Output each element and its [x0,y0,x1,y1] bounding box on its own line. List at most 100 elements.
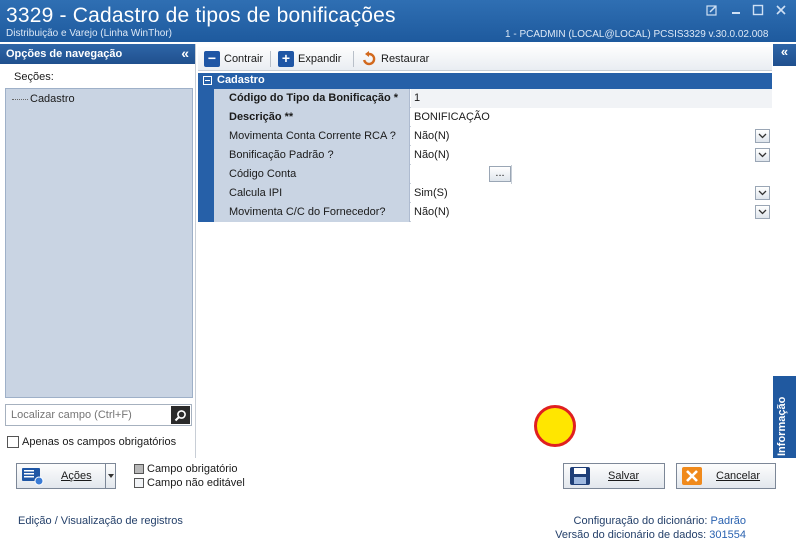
movimenta-cc-fornecedor-select[interactable]: Não(N) [411,203,772,222]
navigation-title: Opções de navegação [6,48,123,60]
select-value: Sim(S) [414,187,448,199]
title-bar: 3329 - Cadastro de tipos de bonificações… [0,0,796,42]
search-icon [174,409,186,421]
codigo-conta-field[interactable]: ... [411,165,772,184]
cancel-button[interactable]: Cancelar [676,463,776,489]
expand-label: Expandir [298,53,342,65]
row-gutter [198,127,214,146]
cancel-icon [682,467,702,485]
actions-button[interactable]: Ações [16,463,116,489]
row-gutter [198,165,214,184]
select-value: Não(N) [414,149,450,161]
toolbar-divider [353,51,354,67]
plus-icon: + [278,51,294,67]
tree-item-label: Cadastro [30,93,75,105]
info-tab-label: Informação [776,396,788,456]
field-label: Descrição ** [214,108,410,127]
actions-icon [22,468,44,486]
search-input[interactable] [6,405,166,425]
actions-label: Ações [61,470,92,482]
field-row-movimenta-cc-fornecedor: Movimenta C/C do Fornecedor? Não(N) [198,203,772,222]
chevron-down-icon[interactable] [755,148,770,162]
required-swatch [134,464,144,474]
tree-item-cadastro[interactable]: Cadastro [12,93,75,105]
save-label: Salvar [608,470,640,482]
row-gutter [198,89,214,108]
movimenta-cc-rca-select[interactable]: Não(N) [411,127,772,146]
cadastro-form: Código do Tipo da Bonificação * 1 Descri… [198,89,772,222]
collapse-button[interactable]: − Contrair [204,50,263,68]
close-icon[interactable] [773,4,789,18]
legend-required: Campo obrigatório [134,462,245,476]
row-gutter [198,184,214,203]
section-header-cadastro[interactable]: Cadastro [198,73,772,89]
window-title: 3329 - Cadastro de tipos de bonificações [6,4,396,27]
info-panel: « Informação [773,44,796,458]
collapse-navigation-icon[interactable]: « [181,45,189,61]
only-required-checkbox[interactable] [7,436,19,448]
row-gutter [198,146,214,165]
info-tab[interactable]: Informação [773,376,796,458]
chevron-down-icon[interactable] [755,186,770,200]
select-value: Não(N) [414,206,450,218]
field-divider [511,165,512,184]
window-subtitle: Distribuição e Varejo (Linha WinThor) [6,28,172,39]
user-info: 1 - PCADMIN (LOCAL@LOCAL) PCSIS3329 v.30… [505,29,769,40]
descricao-field[interactable]: BONIFICAÇÃO [411,108,772,127]
lookup-button[interactable]: ... [489,166,511,182]
legend-not-editable-label: Campo não editável [147,477,245,489]
only-required-toggle[interactable]: Apenas os campos obrigatórios [7,436,176,448]
collapse-info-icon[interactable]: « [773,44,796,66]
form-toolbar: − Contrair + Expandir Restaurar [198,47,772,71]
calcula-ipi-select[interactable]: Sim(S) [411,184,772,203]
cancel-label: Cancelar [716,470,761,482]
field-label: Código do Tipo da Bonificação * [214,89,410,108]
dict-version-value: 301554 [709,529,746,540]
save-icon [570,467,590,485]
dict-version-label: Versão do dicionário de dados: [555,529,707,540]
field-row-codigo-conta: Código Conta ... [198,165,772,184]
field-label: Movimenta C/C do Fornecedor? [214,203,410,222]
dictionary-info: Configuração do dicionário: Padrão Versã… [555,514,746,540]
not-editable-swatch [134,478,144,488]
field-search [5,404,192,426]
legend-not-editable: Campo não editável [134,476,245,490]
expand-button[interactable]: + Expandir [278,50,341,68]
field-row-movimenta-cc-rca: Movimenta Conta Corrente RCA ? Não(N) [198,127,772,146]
sections-label: Seções: [14,71,54,83]
dict-config-label: Configuração do dicionário: [573,515,708,527]
collapse-section-icon[interactable] [203,76,212,85]
navigation-panel: Opções de navegação « Seções: Cadastro A… [0,44,196,458]
field-label: Bonificação Padrão ? [214,146,410,165]
toolbar-divider [270,51,271,67]
field-row-bonificacao-padrao: Bonificação Padrão ? Não(N) [198,146,772,165]
field-label: Calcula IPI [214,184,410,203]
chevron-down-icon[interactable] [755,129,770,143]
row-gutter [198,108,214,127]
row-gutter [198,203,214,222]
bonificacao-padrao-select[interactable]: Não(N) [411,146,772,165]
only-required-label: Apenas os campos obrigatórios [22,436,177,448]
legend-required-label: Campo obrigatório [147,463,238,475]
restore-button[interactable]: Restaurar [361,50,429,68]
navigation-header: Opções de navegação « [0,44,195,64]
field-row-codigo-tipo: Código do Tipo da Bonificação * 1 [198,89,772,108]
dropdown-arrow-icon[interactable] [105,464,115,488]
restore-label: Restaurar [381,53,430,65]
minimize-icon[interactable] [728,4,744,18]
sections-tree: Cadastro [5,88,193,398]
field-label: Código Conta [214,165,410,184]
field-row-calcula-ipi: Calcula IPI Sim(S) [198,184,772,203]
restore-icon [363,51,376,66]
maximize-icon[interactable] [750,4,766,18]
edit-icon[interactable] [704,4,720,18]
cursor-highlight [534,405,576,447]
collapse-label: Contrair [224,53,264,65]
chevron-down-icon[interactable] [755,205,770,219]
codigo-tipo-field[interactable]: 1 [411,89,772,108]
save-button[interactable]: Salvar [563,463,665,489]
select-value: Não(N) [414,130,450,142]
search-button[interactable] [171,406,190,424]
dict-config-value: Padrão [710,515,746,527]
minus-icon: − [204,51,220,67]
